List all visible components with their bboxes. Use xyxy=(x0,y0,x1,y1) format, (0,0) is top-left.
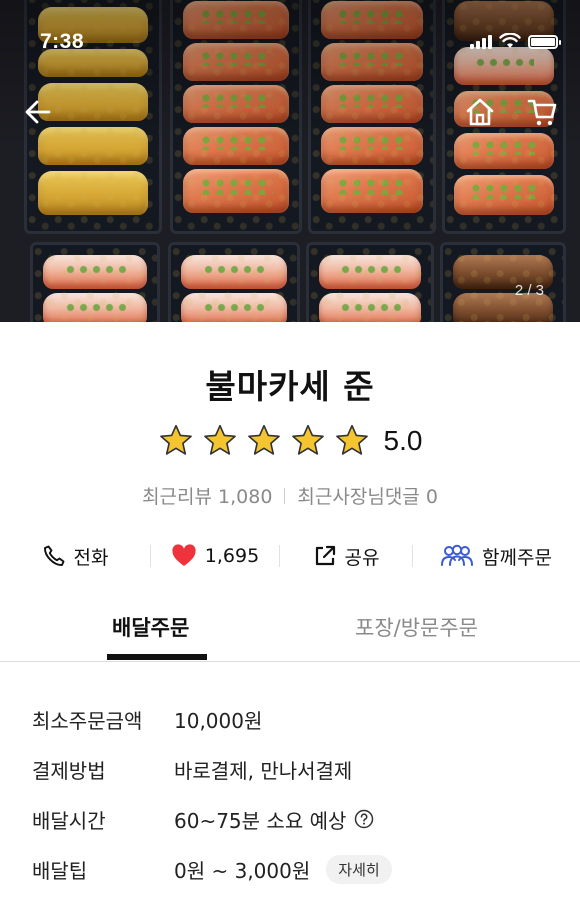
help-icon[interactable] xyxy=(354,809,374,829)
sushi-piece xyxy=(37,171,149,215)
battery-icon xyxy=(528,35,561,49)
cart-icon xyxy=(527,99,557,126)
action-bar: 전화 1,695 공유 함께주문 xyxy=(0,536,580,576)
signal-bars-icon xyxy=(470,35,492,49)
sushi-piece xyxy=(318,255,422,289)
active-tab-indicator xyxy=(107,654,207,660)
sushi-tray xyxy=(30,242,160,322)
sushi-piece xyxy=(181,293,287,322)
sushi-piece xyxy=(454,175,554,215)
recent-reviews[interactable]: 최근리뷰 1,080 xyxy=(142,482,272,509)
share-button[interactable]: 공유 xyxy=(280,536,412,576)
photo-page-indicator: 2 / 3 xyxy=(514,282,544,299)
info-label: 결제방법 xyxy=(32,758,106,783)
share-label: 공유 xyxy=(344,546,380,569)
sushi-piece xyxy=(42,255,148,289)
group-order-button[interactable]: 함께주문 xyxy=(413,536,579,576)
status-icons xyxy=(470,33,561,49)
star-icon xyxy=(203,424,236,455)
status-time: 7:38 xyxy=(40,30,85,53)
info-value: 60~75분 소요 예상 xyxy=(174,808,347,833)
store-photo[interactable]: 7:38 2 / 3 xyxy=(0,0,580,322)
tip-detail-button[interactable]: 자세히 xyxy=(326,854,392,884)
tab-pickup[interactable]: 포장/방문주문 xyxy=(355,612,478,642)
wifi-icon xyxy=(499,33,521,48)
star-icon xyxy=(159,424,192,455)
call-button[interactable]: 전화 xyxy=(0,536,150,576)
store-name: 불마카세 준 xyxy=(205,367,375,406)
info-row-delivery-tip: 배달팁 0원 ~ 3,000원 자세히 xyxy=(32,844,552,894)
like-button[interactable]: 1,695 xyxy=(151,536,279,576)
sushi-piece xyxy=(320,169,424,213)
info-value: 0원 ~ 3,000원 xyxy=(174,858,311,883)
info-value: 바로결제, 만나서결제 xyxy=(174,758,353,783)
rating-row: 5.0 xyxy=(0,423,580,459)
like-count: 1,695 xyxy=(204,545,260,567)
star-icon xyxy=(335,424,368,455)
cart-button[interactable] xyxy=(522,92,562,132)
tab-delivery[interactable]: 배달주문 xyxy=(112,612,189,642)
info-row-min-order: 최소주문금액 10,000원 xyxy=(32,694,552,744)
info-label: 배달시간 xyxy=(32,808,106,833)
info-row-delivery-time: 배달시간 60~75분 소요 예상 xyxy=(32,794,552,844)
info-label: 최소주문금액 xyxy=(32,708,143,733)
info-label: 배달팁 xyxy=(32,858,88,883)
sushi-tray xyxy=(306,242,434,322)
home-button[interactable] xyxy=(460,92,500,132)
sushi-piece xyxy=(183,169,289,213)
star-icon xyxy=(291,424,324,455)
sushi-piece xyxy=(318,293,422,322)
home-icon xyxy=(466,98,494,126)
sushi-tray xyxy=(440,242,566,322)
sushi-piece xyxy=(42,293,148,322)
back-button[interactable] xyxy=(18,92,58,132)
group-icon xyxy=(441,544,474,566)
review-summary: 최근리뷰 1,080 최근사장님댓글 0 xyxy=(0,482,580,509)
call-label: 전화 xyxy=(73,546,109,569)
divider xyxy=(284,487,286,504)
group-order-label: 함께주문 xyxy=(482,546,552,569)
back-arrow-icon xyxy=(25,100,51,124)
share-icon xyxy=(315,545,335,566)
info-value-wrap: 0원 ~ 3,000원 자세히 xyxy=(174,854,392,884)
info-row-payment: 결제방법 바로결제, 만나서결제 xyxy=(32,744,552,794)
phone-icon xyxy=(43,545,64,566)
star-icon xyxy=(247,424,280,455)
info-value-wrap: 60~75분 소요 예상 xyxy=(174,805,374,834)
heart-icon xyxy=(172,544,196,566)
sushi-tray xyxy=(168,242,300,322)
info-value: 10,000원 xyxy=(174,708,263,733)
owner-comments[interactable]: 최근사장님댓글 0 xyxy=(297,482,438,509)
sushi-piece xyxy=(181,255,287,289)
rating-value: 5.0 xyxy=(383,425,423,456)
delivery-info: 최소주문금액 10,000원 결제방법 바로결제, 만나서결제 배달시간 60~… xyxy=(32,694,552,894)
order-type-tabs: 배달주문 포장/방문주문 xyxy=(0,606,580,662)
